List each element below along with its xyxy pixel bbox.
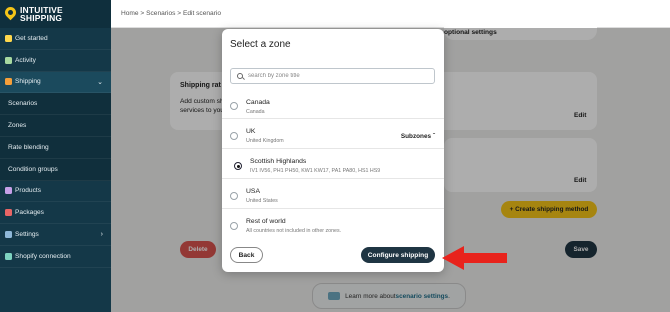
- package-icon: [5, 209, 12, 217]
- sidebar-item-settings[interactable]: Settings ›: [0, 224, 111, 246]
- zone-radio[interactable]: [230, 222, 238, 230]
- zone-item-rest-of-world[interactable]: Rest of world All countries not included…: [222, 209, 444, 239]
- activity-icon: [5, 56, 12, 64]
- sidebar-item-shopify-connection[interactable]: Shopify connection: [0, 246, 111, 268]
- zone-radio[interactable]: [230, 192, 238, 200]
- select-zone-modal: Select a zone Canada Canada UK United Ki…: [222, 29, 444, 272]
- arrow-annotation-icon: [442, 246, 507, 270]
- gear-icon: [5, 231, 12, 239]
- link-icon: [5, 252, 12, 260]
- sidebar-item-zones[interactable]: Zones: [0, 115, 111, 137]
- chevron-up-icon: ˆ: [432, 133, 435, 140]
- zone-radio[interactable]: [230, 132, 238, 140]
- sidebar-item-shipping[interactable]: Shipping ⌄: [0, 71, 111, 94]
- back-button[interactable]: Back: [230, 247, 263, 263]
- sidebar-item-activity[interactable]: Activity: [0, 50, 111, 72]
- sidebar-item-rate-blending[interactable]: Rate blending: [0, 136, 111, 159]
- sidebar-item-packages[interactable]: Packages: [0, 202, 111, 225]
- subzones-toggle[interactable]: Subzones ˆ: [401, 133, 435, 140]
- zone-radio[interactable]: [230, 102, 238, 110]
- sidebar-item-scenarios[interactable]: Scenarios: [0, 93, 111, 116]
- zone-radio-selected[interactable]: [234, 162, 242, 170]
- chevron-down-icon: ⌄: [97, 78, 103, 86]
- breadcrumb: Home > Scenarios > Edit scenario: [111, 0, 670, 28]
- rocket-icon: [5, 34, 12, 42]
- zone-item-canada[interactable]: Canada Canada: [222, 89, 444, 119]
- box-icon: [5, 187, 12, 195]
- sidebar: INTUITIVE SHIPPING Get started Activity …: [0, 0, 111, 312]
- configure-shipping-button[interactable]: Configure shipping: [361, 247, 435, 263]
- search-icon: [237, 73, 243, 79]
- zone-item-scottish-highlands[interactable]: Scottish Highlands IV1 IV56, PH1 PH50, K…: [222, 149, 444, 179]
- zone-item-uk[interactable]: UK United Kingdom Subzones ˆ: [222, 119, 444, 149]
- sidebar-item-products[interactable]: Products: [0, 181, 111, 203]
- chevron-right-icon: ›: [100, 231, 103, 239]
- zone-search-input[interactable]: [248, 73, 418, 79]
- zone-item-usa[interactable]: USA United States: [222, 179, 444, 209]
- truck-icon: [5, 78, 12, 86]
- sidebar-item-condition-groups[interactable]: Condition groups: [0, 158, 111, 181]
- brand-logo[interactable]: INTUITIVE SHIPPING: [0, 0, 111, 28]
- sidebar-item-get-started[interactable]: Get started: [0, 28, 111, 50]
- zone-search[interactable]: [230, 68, 435, 84]
- location-pin-icon: [5, 7, 16, 21]
- modal-title: Select a zone: [230, 39, 291, 50]
